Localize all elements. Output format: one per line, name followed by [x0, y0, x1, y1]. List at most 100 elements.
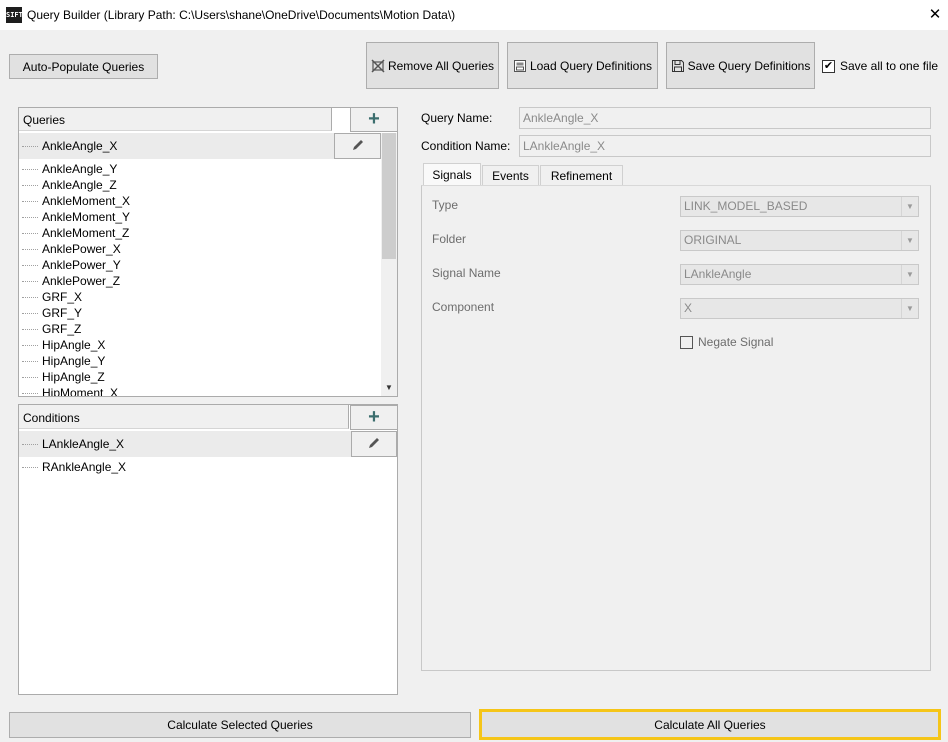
list-item-label: AnkleAngle_Z: [42, 178, 117, 192]
window-title: Query Builder (Library Path: C:\Users\sh…: [27, 8, 456, 22]
component-value: X: [684, 301, 693, 315]
type-label: Type: [432, 198, 459, 212]
list-item[interactable]: HipAngle_X: [22, 337, 105, 353]
type-value: LINK_MODEL_BASED: [684, 199, 808, 213]
scrollbar-thumb[interactable]: [382, 133, 396, 259]
list-item-label: HipAngle_Z: [42, 370, 105, 384]
list-item[interactable]: AnklePower_X: [22, 241, 121, 257]
list-item[interactable]: AnkleMoment_X: [22, 193, 130, 209]
conditions-header: Conditions: [19, 405, 349, 429]
list-item-label: AnkleMoment_X: [42, 194, 131, 208]
chevron-down-icon: ▼: [901, 299, 918, 318]
condition-selected-label: LAnkleAngle_X: [42, 437, 125, 451]
list-item[interactable]: HipAngle_Y: [22, 353, 105, 369]
load-defs-label: Load Query Definitions: [529, 58, 653, 73]
queries-scrollbar[interactable]: ▼: [381, 133, 397, 396]
negate-signal-checkbox[interactable]: [680, 335, 693, 349]
list-item[interactable]: HipAngle_Z: [22, 369, 105, 385]
list-item-label: GRF_Y: [42, 306, 83, 320]
clipped-item-wrapper: HipMoment_X: [19, 385, 380, 396]
condition-name-label: Condition Name:: [421, 139, 511, 153]
list-item[interactable]: GRF_X: [22, 289, 82, 305]
negate-signal-label: Negate Signal: [698, 335, 774, 349]
list-item: LAnkleAngle_X: [22, 436, 124, 452]
list-item[interactable]: AnklePower_Z: [22, 273, 120, 289]
add-condition-button[interactable]: +: [350, 405, 398, 430]
type-dropdown[interactable]: LINK_MODEL_BASED ▼: [680, 196, 919, 217]
folder-value: ORIGINAL: [684, 233, 742, 247]
load-definitions-button[interactable]: Load Query Definitions: [507, 42, 658, 89]
list-item[interactable]: AnkleAngle_Y: [22, 161, 117, 177]
save-definitions-button[interactable]: Save Query Definitions: [666, 42, 815, 89]
app-icon: SIFT: [6, 7, 23, 23]
queries-header-label: Queries: [23, 113, 66, 127]
tab-label: Signals: [432, 168, 472, 182]
chevron-down-icon: ▼: [901, 197, 918, 216]
tab-signals[interactable]: Signals: [423, 163, 481, 186]
list-item-label: RAnkleAngle_X: [42, 460, 127, 474]
add-query-button[interactable]: +: [350, 107, 398, 132]
list-item-label: AnklePower_Y: [42, 258, 121, 272]
list-item[interactable]: AnkleAngle_Z: [22, 177, 117, 193]
save-disk-icon: [671, 59, 685, 73]
save-all-label: Save all to one file: [840, 59, 939, 73]
save-all-checkbox-row[interactable]: ✔ Save all to one file: [822, 59, 938, 73]
signal-name-label: Signal Name: [432, 266, 501, 280]
edit-query-button[interactable]: [334, 133, 381, 159]
list-item[interactable]: AnkleMoment_Z: [22, 225, 129, 241]
pencil-icon: [351, 138, 365, 155]
list-item[interactable]: AnkleMoment_Y: [22, 209, 130, 225]
chevron-down-icon: ▼: [901, 265, 918, 284]
list-item-label: HipAngle_Y: [42, 354, 106, 368]
save-defs-label: Save Query Definitions: [687, 58, 811, 73]
remove-queries-icon: [371, 58, 385, 73]
list-item-label: AnkleAngle_Y: [42, 162, 118, 176]
negate-signal-row[interactable]: Negate Signal: [680, 335, 773, 349]
tab-label: Events: [492, 169, 529, 183]
calculate-all-button[interactable]: Calculate All Queries: [479, 709, 941, 740]
plus-icon: +: [368, 108, 380, 130]
signal-name-dropdown[interactable]: LAnkleAngle ▼: [680, 264, 919, 285]
query-name-label: Query Name:: [421, 111, 493, 125]
component-dropdown[interactable]: X ▼: [680, 298, 919, 319]
query-selected-row[interactable]: AnkleAngle_X: [19, 133, 334, 159]
chevron-down-icon: ▼: [901, 231, 918, 250]
list-item[interactable]: GRF_Y: [22, 305, 82, 321]
list-item[interactable]: HipMoment_X: [22, 385, 118, 396]
tab-refinement[interactable]: Refinement: [540, 165, 623, 186]
component-label: Component: [432, 300, 495, 314]
list-item-label: AnkleMoment_Z: [42, 226, 130, 240]
list-item[interactable]: GRF_Z: [22, 321, 81, 337]
list-item-label: AnkleMoment_Y: [42, 210, 131, 224]
scroll-down-icon[interactable]: ▼: [381, 380, 397, 396]
list-item-label: AnklePower_Z: [42, 274, 121, 288]
condition-selected-row[interactable]: LAnkleAngle_X: [19, 431, 351, 457]
folder-label: Folder: [432, 232, 467, 246]
calculate-selected-button[interactable]: Calculate Selected Queries: [9, 712, 471, 738]
list-item-label: GRF_X: [42, 290, 83, 304]
query-name-field[interactable]: AnkleAngle_X: [519, 107, 931, 129]
save-all-checkbox[interactable]: ✔: [822, 59, 835, 73]
list-item: AnkleAngle_X: [22, 138, 117, 154]
conditions-header-label: Conditions: [23, 411, 80, 425]
list-item-label: HipAngle_X: [42, 338, 106, 352]
close-icon[interactable]: ✕: [926, 6, 944, 24]
remove-all-queries-button[interactable]: Remove All Queries: [366, 42, 499, 89]
auto-populate-button[interactable]: Auto-Populate Queries: [9, 54, 158, 79]
calc-selected-label: Calculate Selected Queries: [167, 718, 313, 732]
list-item-label: HipMoment_X: [42, 386, 119, 396]
folder-dropdown[interactable]: ORIGINAL ▼: [680, 230, 919, 251]
list-item[interactable]: AnklePower_Y: [22, 257, 121, 273]
list-item-label: GRF_Z: [42, 322, 82, 336]
condition-name-field[interactable]: LAnkleAngle_X: [519, 135, 931, 157]
tab-events[interactable]: Events: [482, 165, 539, 186]
queries-header: Queries: [19, 108, 332, 131]
plus-icon: +: [368, 406, 380, 428]
pencil-icon: [367, 436, 381, 453]
list-item[interactable]: RAnkleAngle_X: [22, 459, 126, 475]
remove-all-label: Remove All Queries: [387, 58, 495, 73]
edit-condition-button[interactable]: [351, 431, 397, 457]
calc-all-label: Calculate All Queries: [654, 717, 766, 732]
signal-name-value: LAnkleAngle: [684, 267, 752, 281]
signals-tab-panel: [421, 185, 931, 671]
